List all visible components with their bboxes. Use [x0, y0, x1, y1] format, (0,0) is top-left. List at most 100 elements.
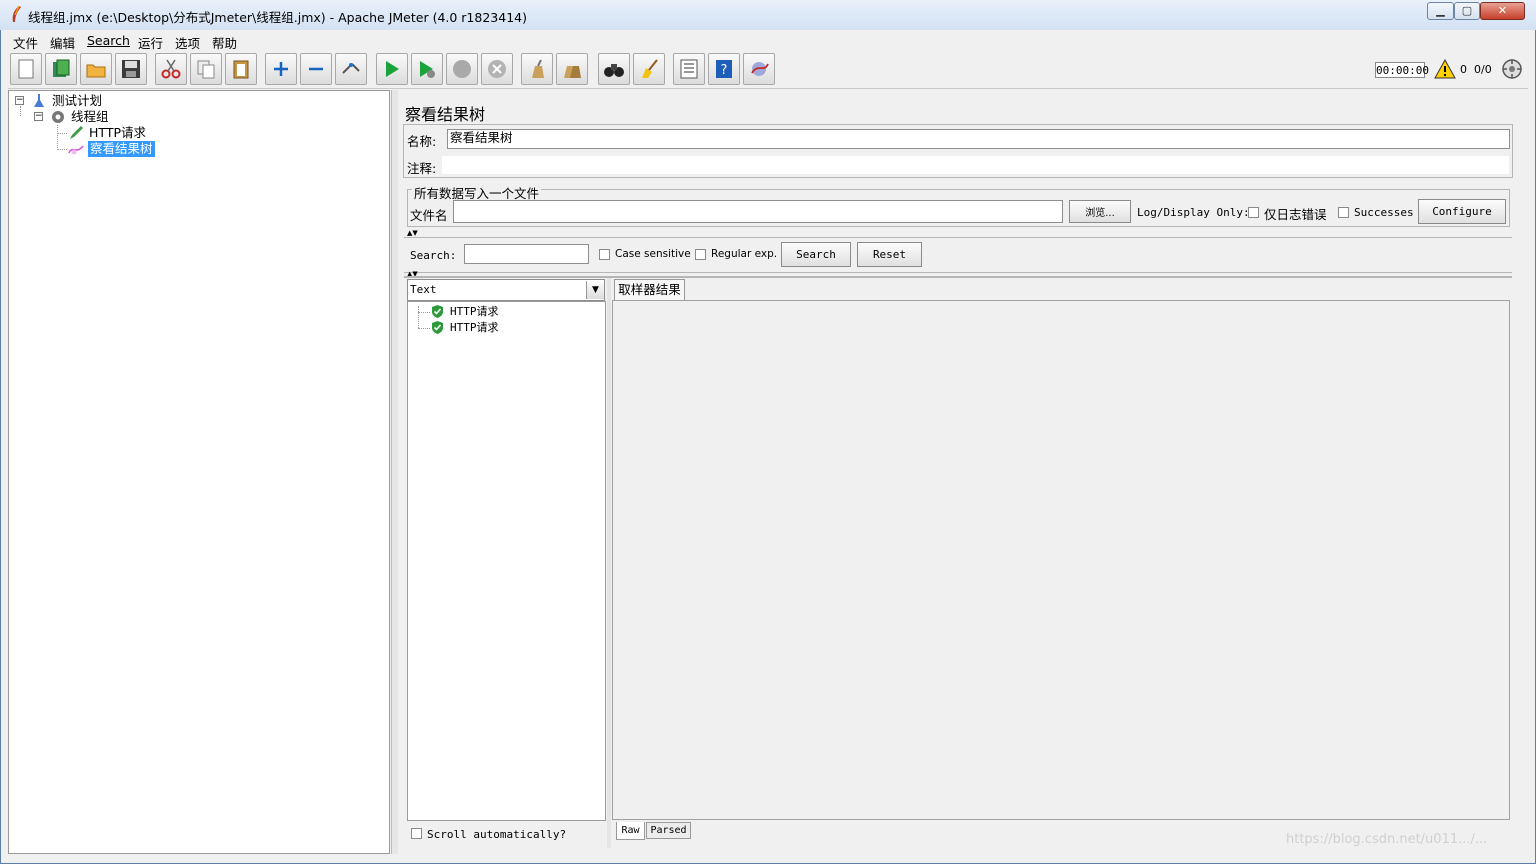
scroll-automatically-checkbox[interactable]	[411, 828, 422, 839]
reset-button[interactable]: Reset	[857, 242, 922, 267]
tree-node-http-request[interactable]: HTTP请求	[89, 125, 146, 141]
menu-file[interactable]: 文件	[13, 33, 38, 52]
list-icon	[680, 59, 698, 79]
configure-button[interactable]: Configure	[1418, 199, 1506, 224]
sample-result-item[interactable]: HTTP请求	[450, 320, 499, 336]
tab-raw[interactable]: Raw	[616, 822, 645, 840]
broom-icon	[642, 59, 658, 78]
panel-splitter[interactable]	[391, 90, 398, 854]
comment-field[interactable]	[441, 155, 1510, 175]
jmeter-feather-icon	[12, 5, 21, 22]
menu-help[interactable]: 帮助	[212, 33, 237, 52]
collapse-button[interactable]	[300, 53, 332, 85]
name-field[interactable]: 察看结果树	[447, 129, 1510, 149]
search-label: Search:	[410, 249, 457, 262]
panel-title: 察看结果树	[405, 105, 486, 124]
regular-exp-checkbox[interactable]	[695, 249, 706, 260]
cut-button[interactable]	[155, 53, 187, 85]
help-icon: ?	[716, 60, 732, 78]
toggle-icon	[342, 63, 360, 74]
maximize-button[interactable]: ▢	[1454, 2, 1480, 20]
successes-label: Successes	[1354, 206, 1414, 219]
remote-start-button[interactable]	[743, 53, 775, 85]
log-display-only-label: Log/Display Only:	[1137, 206, 1250, 219]
new-icon	[18, 59, 34, 79]
errors-only-label: 仅日志错误	[1264, 207, 1327, 222]
remote-status-icon	[1502, 59, 1522, 79]
case-sensitive-checkbox[interactable]	[599, 249, 610, 260]
tree-node-view-results-tree[interactable]: 察看结果树	[88, 141, 155, 157]
plus-icon	[274, 62, 288, 76]
open-icon	[86, 64, 106, 78]
tab-sampler-result[interactable]: 取样器结果	[614, 279, 685, 300]
dropdown-arrow-icon[interactable]: ▼	[586, 281, 604, 299]
shutdown-button[interactable]	[481, 53, 513, 85]
case-sensitive-label: Case sensitive	[615, 248, 691, 260]
sample-results-list: HTTP请求 HTTP请求	[407, 301, 606, 821]
remote-icon	[751, 62, 769, 76]
save-icon	[122, 60, 140, 78]
paste-button[interactable]	[225, 53, 257, 85]
start-no-pause-icon	[420, 61, 435, 78]
results-splitter[interactable]	[607, 278, 611, 848]
renderer-select[interactable]: Text	[407, 279, 605, 301]
test-plan-icon	[34, 94, 44, 107]
reset-search-button[interactable]	[633, 53, 665, 85]
collapse-thread-group-toggle[interactable]: −	[34, 112, 43, 121]
listener-graph-icon	[68, 145, 84, 155]
templates-icon	[53, 59, 70, 77]
search-submit-button[interactable]: Search	[781, 242, 851, 267]
expand-button[interactable]	[265, 53, 297, 85]
menu-bar: 文件 编辑 Search 运行 选项 帮助	[8, 31, 1528, 51]
shutdown-icon	[488, 60, 506, 78]
browse-button[interactable]: 浏览...	[1069, 200, 1131, 223]
http-request-pencil-icon	[70, 126, 83, 139]
tree-node-thread-group[interactable]: 线程组	[71, 109, 109, 125]
collapse-arrows-icon[interactable]: ▲▼	[407, 230, 418, 237]
save-button[interactable]	[115, 53, 147, 85]
new-button[interactable]	[10, 53, 42, 85]
menu-options[interactable]: 选项	[175, 33, 200, 52]
test-plan-tree: − 测试计划 − 线程组 HTTP请求 察看结果树	[8, 90, 390, 854]
templates-button[interactable]	[45, 53, 77, 85]
filename-field[interactable]	[453, 200, 1063, 223]
svg-text:?: ?	[721, 63, 728, 78]
menu-edit[interactable]: 编辑	[50, 33, 75, 52]
warning-count: 0	[1460, 63, 1467, 76]
sample-result-item[interactable]: HTTP请求	[450, 304, 499, 320]
clear-all-button[interactable]	[556, 53, 588, 85]
watermark-text: https://blog.csdn.net/u011.../...	[1286, 832, 1488, 847]
start-button[interactable]	[376, 53, 408, 85]
clear-all-icon	[564, 66, 581, 78]
menu-search[interactable]: Search	[87, 33, 130, 48]
paste-icon	[233, 60, 249, 79]
search-input[interactable]	[464, 244, 589, 264]
window-title: 线程组.jmx (e:\Desktop\分布式Jmeter\线程组.jmx) -…	[28, 10, 527, 25]
close-button[interactable]: ✕	[1480, 2, 1525, 20]
copy-button[interactable]	[190, 53, 222, 85]
errors-only-checkbox[interactable]	[1248, 207, 1259, 218]
tab-parsed[interactable]: Parsed	[646, 822, 691, 839]
clear-button[interactable]	[521, 53, 553, 85]
filename-label: 文件名	[410, 208, 448, 223]
menu-run[interactable]: 运行	[138, 33, 163, 52]
active-threads-count: 0/0	[1474, 63, 1492, 76]
successes-checkbox[interactable]	[1338, 207, 1349, 218]
tree-node-test-plan[interactable]: 测试计划	[52, 93, 102, 109]
cut-icon	[161, 59, 181, 79]
function-helper-button[interactable]	[673, 53, 705, 85]
toggle-button[interactable]	[335, 53, 367, 85]
thread-group-gear-icon	[52, 111, 64, 123]
warning-icon[interactable]	[1434, 59, 1456, 79]
open-button[interactable]	[80, 53, 112, 85]
start-icon	[386, 61, 399, 77]
binoculars-icon	[604, 64, 624, 77]
copy-icon	[197, 60, 215, 79]
help-button[interactable]: ?	[708, 53, 740, 85]
search-button[interactable]	[598, 53, 630, 85]
start-no-pauses-button[interactable]	[411, 53, 443, 85]
elapsed-timer: 00:00:00	[1375, 62, 1429, 78]
collapse-plan-toggle[interactable]: −	[15, 96, 24, 105]
stop-button[interactable]	[446, 53, 478, 85]
minimize-button[interactable]: ▁	[1427, 2, 1454, 20]
